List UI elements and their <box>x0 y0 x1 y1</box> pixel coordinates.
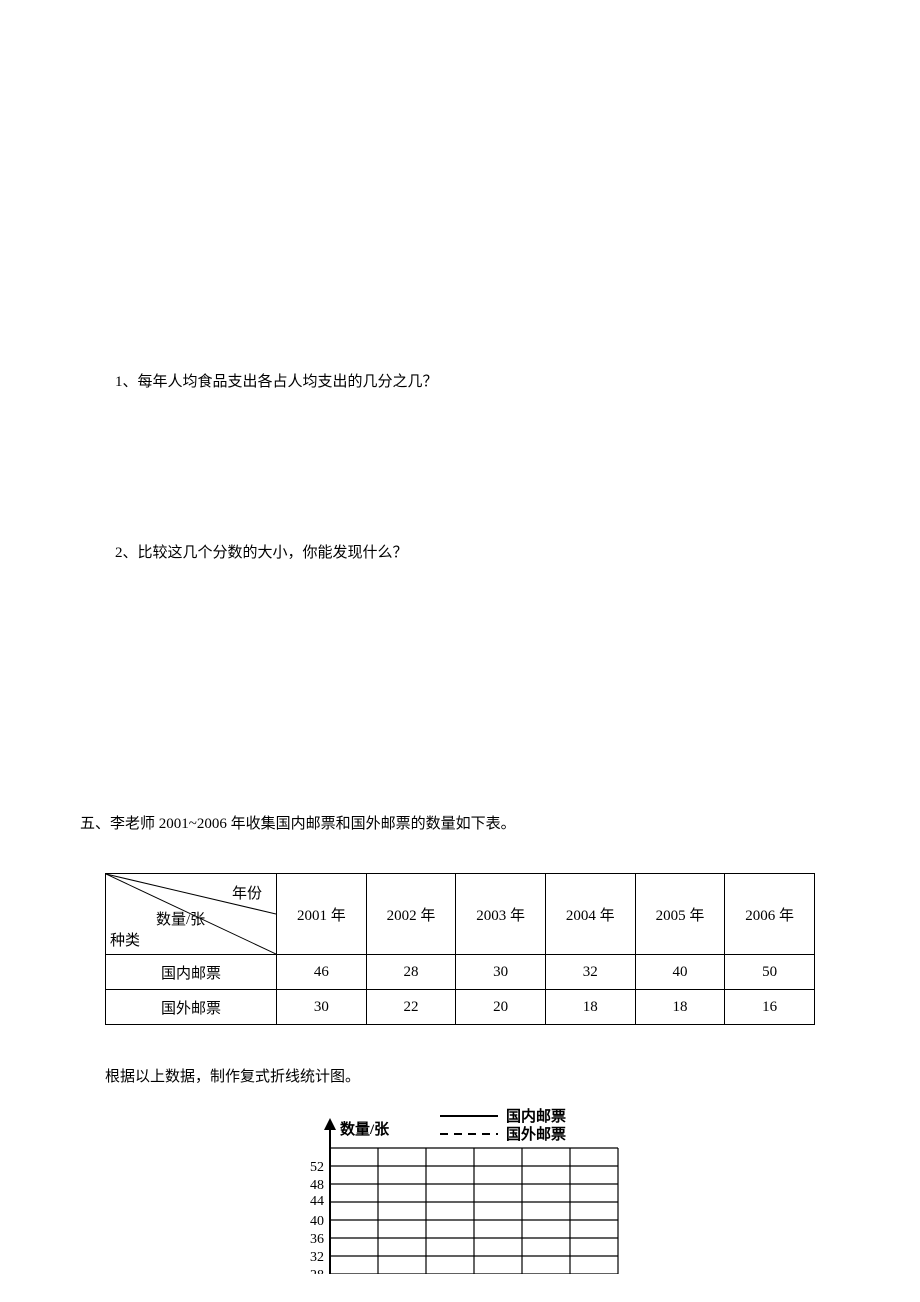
col-header: 2003 年 <box>456 874 546 955</box>
cell: 18 <box>545 990 635 1025</box>
y-tick: 36 <box>310 1232 324 1247</box>
y-tick: 48 <box>310 1178 324 1193</box>
cell: 18 <box>635 990 725 1025</box>
table-row: 国外邮票 30 22 20 18 18 16 <box>106 990 815 1025</box>
cell: 32 <box>545 955 635 990</box>
y-tick: 44 <box>310 1194 324 1209</box>
stamps-table: 年份 数量/张 种类 2001 年 2002 年 2003 年 2004 年 2… <box>105 873 815 1025</box>
diag-label-year: 年份 <box>232 882 262 903</box>
y-axis-label: 数量/张 <box>340 1120 390 1138</box>
cell: 46 <box>277 955 367 990</box>
diagonal-header-cell: 年份 数量/张 种类 <box>106 874 276 954</box>
question-2: 2、比较这几个分数的大小，你能发现什么？ <box>115 541 840 562</box>
section-5-task: 根据以上数据，制作复式折线统计图。 <box>105 1065 840 1086</box>
diag-label-qty: 数量/张 <box>156 908 205 929</box>
col-header: 2004 年 <box>545 874 635 955</box>
cell: 40 <box>635 955 725 990</box>
cell: 30 <box>277 990 367 1025</box>
question-1: 1、每年人均食品支出各占人均支出的几分之几？ <box>115 370 840 391</box>
row-label: 国外邮票 <box>106 990 277 1025</box>
table-header-row: 年份 数量/张 种类 2001 年 2002 年 2003 年 2004 年 2… <box>106 874 815 955</box>
col-header: 2005 年 <box>635 874 725 955</box>
arrow-up-icon <box>324 1118 336 1130</box>
grid <box>330 1148 618 1274</box>
col-header: 2001 年 <box>277 874 367 955</box>
y-tick: 40 <box>310 1214 324 1229</box>
cell: 16 <box>725 990 815 1025</box>
y-tick: 28 <box>310 1268 324 1274</box>
diag-label-type: 种类 <box>110 929 140 950</box>
cell: 22 <box>366 990 456 1025</box>
row-label: 国内邮票 <box>106 955 277 990</box>
legend-label: 国内邮票 <box>506 1107 566 1125</box>
col-header: 2002 年 <box>366 874 456 955</box>
table-row: 国内邮票 46 28 30 32 40 50 <box>106 955 815 990</box>
cell: 28 <box>366 955 456 990</box>
col-header: 2006 年 <box>725 874 815 955</box>
cell: 20 <box>456 990 546 1025</box>
section-5-intro: 五、李老师 2001~2006 年收集国内邮票和国外邮票的数量如下表。 <box>80 812 840 833</box>
y-tick: 32 <box>310 1250 324 1265</box>
cell: 50 <box>725 955 815 990</box>
blank-line-chart: 国内邮票 国外邮票 数量/张 <box>280 1104 660 1274</box>
cell: 30 <box>456 955 546 990</box>
y-tick: 52 <box>310 1160 324 1175</box>
legend-label: 国外邮票 <box>506 1125 566 1143</box>
